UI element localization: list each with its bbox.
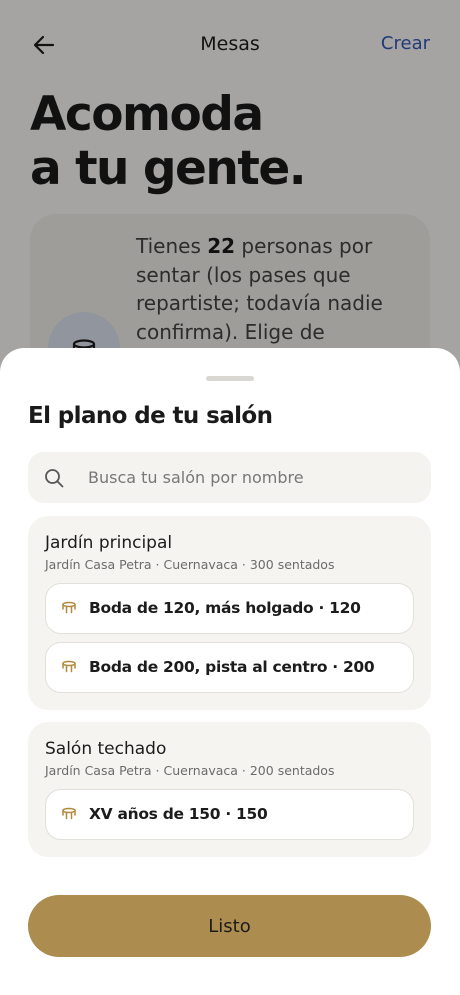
layout-option[interactable]: Boda de 120, más holgado · 120 (45, 583, 414, 634)
venue-picker-sheet: El plano de tu salón Jardín principal Ja… (0, 348, 460, 995)
table-icon (62, 601, 76, 614)
venue-card-jardin-principal: Jardín principal Jardín Casa Petra · Cue… (28, 516, 431, 710)
layout-option[interactable]: Boda de 200, pista al centro · 200 (45, 642, 414, 693)
sheet-drag-handle[interactable] (206, 376, 254, 381)
venue-name: Salón techado (45, 739, 167, 759)
venue-meta: Jardín Casa Petra · Cuernavaca · 300 sen… (45, 557, 335, 572)
done-button[interactable]: Listo (28, 895, 431, 957)
layout-option[interactable]: XV años de 150 · 150 (45, 789, 414, 840)
table-icon (62, 807, 76, 820)
sheet-title: El plano de tu salón (28, 403, 273, 429)
search-bar[interactable] (28, 452, 431, 503)
layout-option-label: Boda de 200, pista al centro · 200 (89, 658, 375, 676)
venue-card-salon-techado: Salón techado Jardín Casa Petra · Cuerna… (28, 722, 431, 857)
search-input[interactable] (88, 452, 418, 503)
venue-name: Jardín principal (45, 533, 173, 553)
layout-option-label: Boda de 120, más holgado · 120 (89, 599, 361, 617)
table-icon (62, 660, 76, 673)
venue-meta: Jardín Casa Petra · Cuernavaca · 200 sen… (45, 763, 335, 778)
search-icon (45, 469, 64, 488)
layout-option-label: XV años de 150 · 150 (89, 805, 268, 823)
